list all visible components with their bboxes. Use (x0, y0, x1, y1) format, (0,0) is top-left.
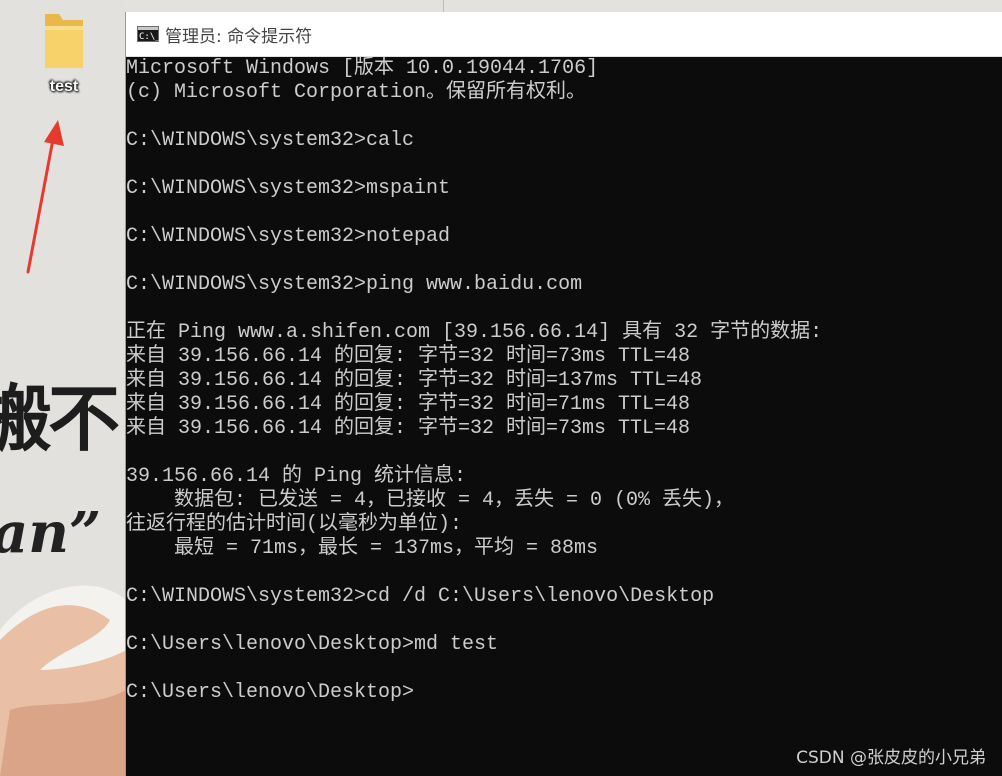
desktop-folder-test[interactable]: test (24, 8, 104, 96)
console-line: 来自 39.156.66.14 的回复: 字节=32 时间=137ms TTL=… (126, 369, 703, 392)
wallpaper-text: 搬不 (0, 376, 120, 461)
folder-icon (45, 14, 83, 68)
desktop-background: test 搬不 an” (0, 0, 126, 776)
console-line: 来自 39.156.66.14 的回复: 字节=32 时间=73ms TTL=4… (126, 345, 691, 368)
console-line: Microsoft Windows [版本 10.0.19044.1706] (126, 57, 599, 80)
wallpaper-hand-image (0, 585, 126, 776)
console-line: (c) Microsoft Corporation。保留所有权利。 (126, 81, 587, 104)
console-output[interactable]: Microsoft Windows [版本 10.0.19044.1706] (c… (126, 57, 1002, 705)
console-line: 来自 39.156.66.14 的回复: 字节=32 时间=71ms TTL=4… (126, 393, 691, 416)
console-line: C:\WINDOWS\system32>ping www.baidu.com (126, 273, 583, 296)
console-line: C:\Users\lenovo\Desktop>md test (126, 633, 499, 656)
console-line: C:\WINDOWS\system32>notepad (126, 225, 451, 248)
console-line: 39.156.66.14 的 Ping 统计信息: (126, 465, 467, 488)
watermark: CSDN @张皮皮的小兄弟 (796, 748, 986, 768)
console-line: 数据包: 已发送 = 4，已接收 = 4，丢失 = 0 (0% 丢失)， (126, 489, 735, 512)
console-line: C:\WINDOWS\system32>cd /d C:\Users\lenov… (126, 585, 715, 608)
cmd-icon: C:\_ (137, 26, 161, 42)
console-line: 最短 = 71ms，最长 = 137ms，平均 = 88ms (126, 537, 599, 560)
red-arrow-annotation (26, 120, 64, 274)
folder-label: test (49, 78, 79, 95)
console-line: C:\Users\lenovo\Desktop> (126, 681, 415, 704)
console-line: 正在 Ping www.a.shifen.com [39.156.66.14] … (126, 321, 823, 344)
console-line: C:\WINDOWS\system32>calc (126, 129, 415, 152)
console-line: 来自 39.156.66.14 的回复: 字节=32 时间=73ms TTL=4… (126, 417, 691, 440)
wallpaper-text: an” (0, 500, 102, 566)
divider (443, 0, 444, 12)
window-titlebar[interactable]: C:\_ 管理员: 命令提示符 (126, 12, 1002, 57)
command-prompt-window[interactable]: C:\_ 管理员: 命令提示符 Microsoft Windows [版本 10… (126, 12, 1002, 776)
window-title: 管理员: 命令提示符 (165, 26, 313, 47)
console-line: 往返行程的估计时间(以毫秒为单位): (126, 513, 463, 536)
console-line: C:\WINDOWS\system32>mspaint (126, 177, 451, 200)
